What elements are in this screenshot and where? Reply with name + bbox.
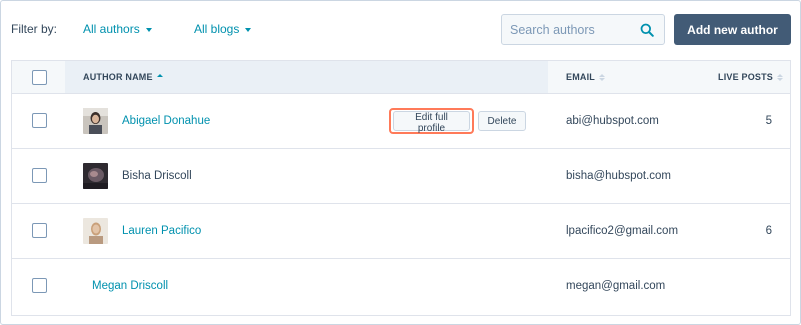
caret-down-icon — [145, 27, 152, 32]
table-row: Bisha Driscoll bisha@hubspot.com — [12, 149, 790, 204]
sort-icon — [599, 73, 605, 81]
blogs-filter-dropdown[interactable]: All blogs — [194, 22, 252, 36]
author-name[interactable]: Bisha Driscoll — [122, 170, 192, 182]
author-email: megan@gmail.com — [566, 280, 666, 292]
table-row: Megan Driscoll megan@gmail.com — [12, 259, 790, 314]
authors-filter-label: All authors — [83, 22, 140, 36]
live-posts-count: 5 — [765, 115, 772, 127]
avatar — [83, 108, 108, 134]
live-posts-header-label: LIVE POSTS — [718, 72, 774, 82]
author-email: lpacifico2@gmail.com — [566, 225, 679, 237]
email-header-label: EMAIL — [566, 72, 595, 82]
author-name-header-label: AUTHOR NAME — [83, 72, 153, 82]
authors-panel: Filter by: All authors All blogs Add new… — [0, 0, 801, 325]
live-posts-count: 6 — [765, 225, 772, 237]
select-all-checkbox[interactable] — [32, 70, 47, 85]
table-row: Lauren Pacifico lpacifico2@gmail.com 6 — [12, 204, 790, 259]
delete-button[interactable]: Delete — [478, 111, 526, 131]
avatar — [83, 218, 108, 244]
search-box — [501, 14, 665, 45]
email-header[interactable]: EMAIL — [566, 72, 605, 82]
authors-filter-dropdown[interactable]: All authors — [83, 22, 152, 36]
row-checkbox[interactable] — [32, 223, 47, 238]
table-header: AUTHOR NAME EMAIL LIVE POSTS — [12, 61, 790, 94]
edit-full-profile-button[interactable]: Edit full profile — [393, 111, 470, 134]
add-new-author-button[interactable]: Add new author — [674, 14, 791, 45]
sort-icon — [777, 73, 784, 81]
live-posts-header[interactable]: LIVE POSTS — [718, 72, 784, 82]
author-name-link[interactable]: Lauren Pacifico — [122, 225, 201, 237]
author-name-header[interactable]: AUTHOR NAME — [83, 72, 163, 82]
author-name-link[interactable]: Megan Driscoll — [92, 280, 168, 292]
table-row: Abigael Donahue Edit full profile Delete… — [12, 94, 790, 149]
authors-table: AUTHOR NAME EMAIL LIVE POSTS Abigael Don… — [11, 60, 791, 316]
author-email: bisha@hubspot.com — [566, 170, 672, 182]
author-name-link[interactable]: Abigael Donahue — [122, 115, 210, 127]
row-checkbox[interactable] — [32, 113, 47, 128]
author-email: abi@hubspot.com — [566, 115, 659, 127]
avatar — [83, 163, 108, 189]
row-checkbox[interactable] — [32, 278, 47, 293]
filter-label: Filter by: — [11, 22, 58, 36]
sort-ascending-icon — [156, 73, 163, 81]
blogs-filter-label: All blogs — [194, 22, 240, 36]
caret-down-icon — [245, 27, 252, 32]
row-checkbox[interactable] — [32, 168, 47, 183]
search-input[interactable] — [502, 15, 632, 44]
search-icon[interactable] — [640, 23, 654, 37]
